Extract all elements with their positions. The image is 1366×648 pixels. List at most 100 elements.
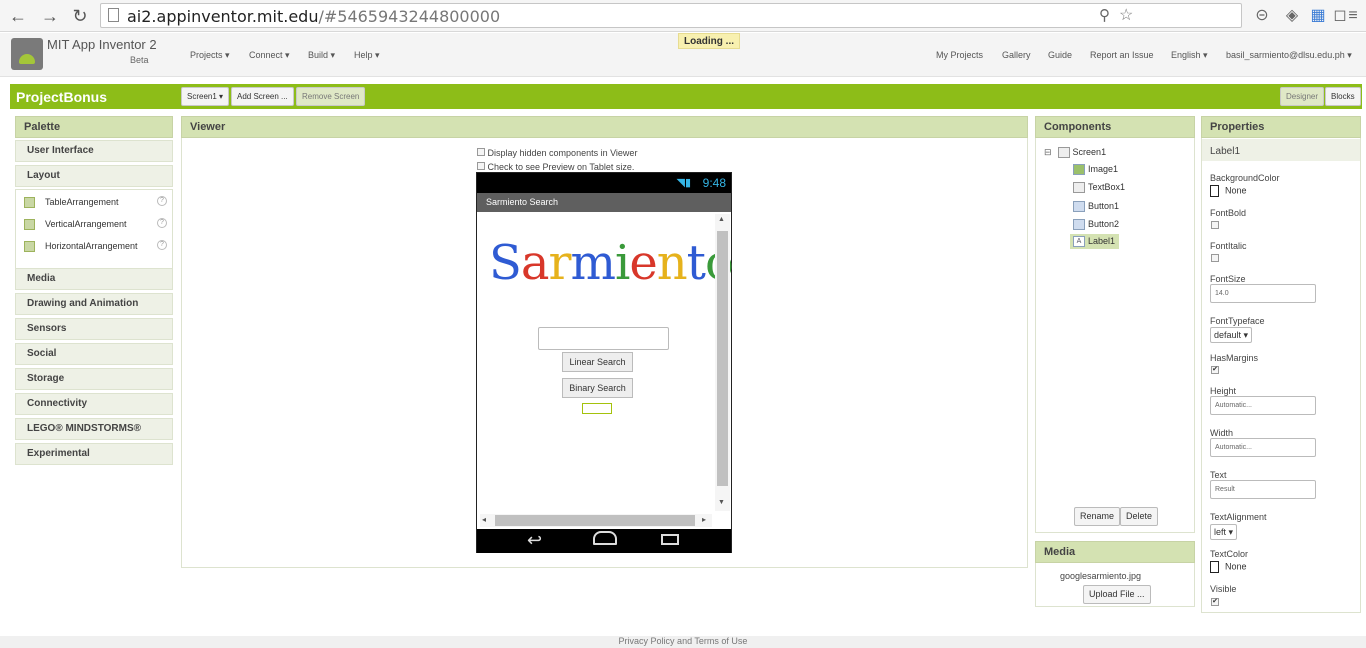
logo-letter: S xyxy=(489,235,522,291)
prop-textcolor-value: None xyxy=(1225,561,1247,572)
loading-indicator: Loading ... xyxy=(678,33,740,49)
page-icon xyxy=(108,8,119,22)
textbox-icon xyxy=(1073,182,1085,194)
palette-category-sensors[interactable]: Sensors xyxy=(15,318,173,340)
tree-item-label1[interactable]: A Label1 xyxy=(1070,234,1120,250)
add-screen-button[interactable]: Add Screen ... xyxy=(231,87,294,106)
result-label[interactable] xyxy=(582,403,612,414)
prop-textcolor-picker[interactable]: None xyxy=(1210,561,1247,573)
upload-file-button[interactable]: Upload File ... xyxy=(1083,585,1151,604)
palette-category-lego[interactable]: LEGO® MINDSTORMS® xyxy=(15,418,173,440)
logo-letter: e xyxy=(629,235,657,291)
language-menu[interactable]: English ▾ xyxy=(1171,50,1208,61)
tree-item-screen1[interactable]: ⊟ Screen1 xyxy=(1044,147,1107,159)
menu-build[interactable]: Build ▾ xyxy=(308,50,335,61)
prop-hasmargins-checkbox[interactable]: ✔ xyxy=(1211,366,1219,374)
palette-category-drawing-animation[interactable]: Drawing and Animation xyxy=(15,293,173,315)
help-icon[interactable]: ? xyxy=(157,218,167,228)
blocks-button[interactable]: Blocks xyxy=(1325,87,1361,106)
delete-button[interactable]: Delete xyxy=(1120,507,1159,526)
prop-textalignment-dropdown[interactable]: left ▾ xyxy=(1210,524,1238,540)
hidden-components-checkbox[interactable] xyxy=(477,148,485,156)
palette-item-horizontal-arrangement[interactable]: HorizontalArrangement ? xyxy=(20,240,170,256)
hidden-components-option[interactable]: Display hidden components in Viewer xyxy=(477,148,637,158)
beta-label: Beta xyxy=(130,55,149,65)
sync-icon[interactable]: ⊝ xyxy=(1252,6,1272,26)
extension-icon[interactable]: ◈ xyxy=(1282,6,1302,26)
prop-fontitalic-checkbox[interactable] xyxy=(1211,254,1219,262)
palette-item-vertical-arrangement[interactable]: VerticalArrangement ? xyxy=(20,218,170,234)
vertical-scroll-thumb[interactable] xyxy=(717,231,728,486)
rename-button[interactable]: Rename xyxy=(1074,507,1121,526)
logo-letter: r xyxy=(548,235,572,291)
palette-category-experimental[interactable]: Experimental xyxy=(15,443,173,465)
screen-select[interactable]: Screen1 ▾ xyxy=(181,87,230,106)
help-icon[interactable]: ? xyxy=(157,240,167,250)
account-menu[interactable]: basil_sarmiento@dlsu.edu.ph ▾ xyxy=(1226,50,1352,61)
designer-button[interactable]: Designer xyxy=(1280,87,1325,106)
prop-visible-checkbox[interactable]: ✔ xyxy=(1211,598,1219,606)
tree-item-button2[interactable]: Button2 xyxy=(1073,219,1119,231)
horizontal-scroll-thumb[interactable] xyxy=(495,515,695,526)
collapse-icon[interactable]: ⊟ xyxy=(1044,147,1052,157)
prop-fonttypeface-dropdown[interactable]: default ▾ xyxy=(1210,327,1253,343)
vertical-scrollbar[interactable]: ▲ ▼ xyxy=(715,214,730,511)
palette-category-user-interface[interactable]: User Interface xyxy=(15,140,173,162)
link-my-projects[interactable]: My Projects xyxy=(936,50,983,60)
back-arrow-icon[interactable]: ← xyxy=(8,6,28,26)
linear-search-button[interactable]: Linear Search xyxy=(562,352,633,372)
tree-item-image1[interactable]: Image1 xyxy=(1073,164,1118,176)
prop-fontsize-input[interactable]: 14.0 xyxy=(1210,284,1316,303)
scroll-right-icon[interactable]: ▸ xyxy=(702,515,706,524)
palette-header: Palette xyxy=(15,116,173,138)
menu-projects[interactable]: Projects ▾ xyxy=(190,50,230,61)
star-icon[interactable]: ☆ xyxy=(1119,5,1133,25)
link-guide[interactable]: Guide xyxy=(1048,50,1072,60)
help-icon[interactable]: ? xyxy=(157,196,167,206)
properties-panel: Properties Label1 BackgroundColor None F… xyxy=(1201,116,1361,613)
link-gallery[interactable]: Gallery xyxy=(1002,50,1031,60)
binary-search-button[interactable]: Binary Search xyxy=(562,378,633,398)
sarmiento-logo-image[interactable]: Sarmiento xyxy=(489,235,734,291)
table-arrangement-icon xyxy=(24,197,35,208)
menu-icon[interactable]: ≡ xyxy=(1344,6,1362,26)
app-inventor-logo[interactable] xyxy=(11,38,43,70)
palette-category-media[interactable]: Media xyxy=(15,268,173,290)
prop-height-input[interactable]: Automatic... xyxy=(1210,396,1316,415)
remove-screen-button[interactable]: Remove Screen xyxy=(296,87,366,106)
horizontal-scrollbar[interactable]: ◂ ▸ xyxy=(480,514,712,527)
tree-item-textbox1[interactable]: TextBox1 xyxy=(1073,182,1125,194)
zoom-icon[interactable]: ⚲ xyxy=(1099,6,1110,24)
prop-width-input[interactable]: Automatic... xyxy=(1210,438,1316,457)
tablet-preview-checkbox[interactable] xyxy=(477,162,485,170)
footer-links[interactable]: Privacy Policy and Terms of Use xyxy=(0,636,1366,648)
properties-header: Properties xyxy=(1201,116,1361,138)
search-textbox[interactable] xyxy=(538,327,669,350)
palette-category-layout[interactable]: Layout xyxy=(15,165,173,187)
tree-item-button1[interactable]: Button1 xyxy=(1073,201,1120,213)
palette-category-connectivity[interactable]: Connectivity xyxy=(15,393,173,415)
scroll-left-icon[interactable]: ◂ xyxy=(482,515,486,524)
palette-item-table-arrangement[interactable]: TableArrangement ? xyxy=(20,196,170,212)
link-report-issue[interactable]: Report an Issue xyxy=(1090,50,1154,60)
palette-category-social[interactable]: Social xyxy=(15,343,173,365)
address-bar[interactable]: ai2.appinventor.mit.edu/#546594324480000… xyxy=(100,3,1242,28)
vertical-arrangement-icon xyxy=(24,219,35,230)
prop-fontbold-checkbox[interactable] xyxy=(1211,221,1219,229)
menu-help[interactable]: Help ▾ xyxy=(354,50,380,61)
tree-item-label: Screen1 xyxy=(1072,147,1107,157)
scroll-down-icon[interactable]: ▼ xyxy=(718,499,725,506)
colorful-extension-icon[interactable]: ▦ xyxy=(1308,6,1328,26)
reload-icon[interactable]: ↻ xyxy=(70,6,90,26)
prop-backgroundcolor-picker[interactable]: None xyxy=(1210,185,1247,197)
palette-category-storage[interactable]: Storage xyxy=(15,368,173,390)
menu-connect[interactable]: Connect ▾ xyxy=(249,50,290,61)
tree-item-label: Button1 xyxy=(1088,201,1120,211)
prop-text-input[interactable]: Result xyxy=(1210,480,1316,499)
media-file[interactable]: googlesarmiento.jpg xyxy=(1060,571,1141,581)
forward-arrow-icon[interactable]: → xyxy=(40,6,60,26)
tablet-preview-option[interactable]: Check to see Preview on Tablet size. xyxy=(477,162,634,172)
scroll-up-icon[interactable]: ▲ xyxy=(718,216,725,223)
project-toolbar: ProjectBonus Screen1 ▾ Add Screen ... Re… xyxy=(10,84,1362,109)
logo-letter: i xyxy=(614,235,630,291)
